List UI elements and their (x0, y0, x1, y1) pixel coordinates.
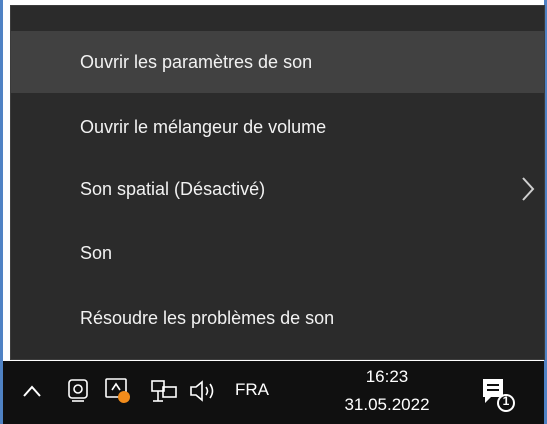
menu-item-open-volume-mixer[interactable]: Ouvrir le mélangeur de volume (11, 96, 544, 158)
chevron-right-icon (522, 177, 535, 201)
menu-item-sound[interactable]: Son (11, 222, 544, 284)
camera-tray-button[interactable] (65, 377, 91, 405)
network-icon (151, 380, 177, 402)
taskbar: FRA 16:23 31.05.2022 1 (3, 361, 544, 424)
action-center-icon (483, 379, 515, 412)
network-tray-button[interactable] (149, 377, 179, 405)
menu-item-label: Son spatial (Désactivé) (80, 178, 266, 199)
notification-count-badge: 1 (502, 394, 510, 408)
menu-item-label: Résoudre les problèmes de son (80, 307, 335, 328)
menu-item-label: Ouvrir le mélangeur de volume (80, 116, 327, 137)
language-indicator[interactable]: FRA (235, 380, 269, 400)
chevron-up-icon (23, 385, 41, 397)
context-menu: Ouvrir les paramètres de son Ouvrir le m… (10, 5, 545, 360)
app-badge-icon (105, 378, 130, 403)
clock-date[interactable]: 31.05.2022 (333, 395, 441, 415)
app-tray-button[interactable] (103, 375, 133, 407)
clock-time[interactable]: 16:23 (352, 367, 422, 387)
menu-item-spatial-sound[interactable]: Son spatial (Désactivé) (11, 158, 544, 220)
menu-item-label: Ouvrir les paramètres de son (80, 51, 313, 72)
camera-icon (68, 379, 88, 402)
action-center-button[interactable]: 1 (477, 375, 519, 415)
volume-tray-button[interactable] (187, 377, 221, 405)
menu-item-label: Son (80, 242, 113, 263)
menu-item-open-sound-settings[interactable]: Ouvrir les paramètres de son (11, 31, 544, 93)
menu-item-troubleshoot-sound[interactable]: Résoudre les problèmes de son (11, 287, 544, 349)
show-hidden-icons-button[interactable] (21, 381, 43, 401)
speaker-icon (190, 380, 214, 402)
